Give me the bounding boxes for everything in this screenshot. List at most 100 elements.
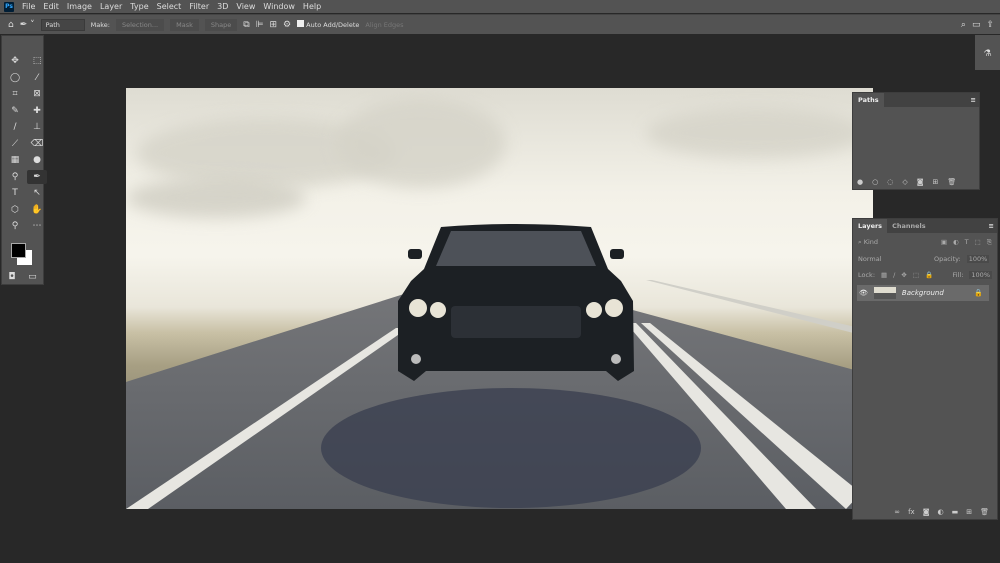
filter-kind-select[interactable]: ⌕ Kind — [858, 238, 878, 247]
lock-all-icon[interactable]: 🔒 — [925, 271, 933, 279]
color-swatches[interactable] — [2, 240, 43, 270]
auto-add-delete-checkbox[interactable]: Auto Add/Delete — [297, 20, 359, 29]
menu-help[interactable]: Help — [303, 2, 321, 11]
new-group-icon[interactable]: ▬ — [952, 508, 959, 516]
menu-type[interactable]: Type — [130, 2, 148, 11]
fill-label: Fill: — [952, 271, 964, 279]
tool-icon-17[interactable]: ↖ — [27, 186, 47, 201]
menu-window[interactable]: Window — [263, 2, 295, 11]
filter-shape-icon[interactable]: ⬚ — [975, 238, 981, 246]
tool-icon-11[interactable]: ⌫ — [27, 137, 47, 152]
tool-icon-3[interactable]: ⁄ — [27, 71, 47, 86]
mode-select[interactable]: Path — [40, 18, 85, 31]
new-layer-icon[interactable]: ⊞ — [966, 508, 972, 516]
selection-button[interactable]: Selection... — [115, 18, 165, 31]
lock-label: Lock: — [858, 271, 876, 279]
workspace-icon[interactable]: ▭ — [972, 20, 981, 30]
options-bar: ⌂ ✒ ˅ Path Make: Selection... Mask Shape… — [0, 14, 1000, 34]
fx-icon[interactable]: fx — [908, 508, 915, 516]
tool-icon-14[interactable]: ⚲ — [5, 170, 25, 185]
layer-row-background[interactable]: 👁 Background 🔒 — [857, 285, 989, 301]
menu-view[interactable]: View — [236, 2, 255, 11]
tool-icon-0[interactable]: ✥ — [5, 54, 25, 69]
add-mask-icon[interactable]: ◙ — [917, 178, 924, 186]
visibility-eye-icon[interactable]: 👁 — [859, 289, 868, 297]
collapsed-panel-dock: ⚗ — [975, 35, 1000, 70]
tool-icon-12[interactable]: ▦ — [5, 153, 25, 168]
tab-paths[interactable]: Paths — [853, 93, 884, 107]
tool-icon-13[interactable]: ● — [27, 153, 47, 168]
fill-path-icon[interactable]: ● — [857, 178, 863, 186]
layer-thumbnail — [873, 287, 896, 299]
menu-image[interactable]: Image — [67, 2, 92, 11]
layer-name[interactable]: Background — [902, 289, 944, 297]
tool-icon-6[interactable]: ✎ — [5, 104, 25, 119]
stroke-path-icon[interactable]: ○ — [872, 178, 878, 186]
filter-adjustment-icon[interactable]: ◐ — [953, 238, 959, 246]
quick-mask-icon[interactable]: ◘ — [8, 272, 15, 282]
path-arrangement-icon[interactable]: ⊞ — [270, 20, 278, 30]
make-label: Make: — [90, 20, 110, 29]
gear-icon[interactable]: ⚙ — [283, 20, 291, 30]
screen-mode-icon[interactable]: ▭ — [28, 272, 37, 282]
home-icon[interactable]: ⌂ — [8, 20, 14, 30]
tool-icon-15[interactable]: ✒ — [27, 169, 47, 184]
menu-filter[interactable]: Filter — [189, 2, 209, 11]
tool-icon-1[interactable]: ⬚ — [27, 54, 47, 69]
path-alignment-icon[interactable]: ⊫ — [256, 20, 264, 30]
delete-path-icon[interactable]: 🗑 — [947, 178, 956, 186]
tool-icon-5[interactable]: ⊠ — [27, 87, 47, 102]
share-icon[interactable]: ⇪ — [986, 20, 994, 30]
shape-button[interactable]: Shape — [204, 18, 238, 31]
foreground-color-swatch[interactable] — [11, 242, 26, 258]
adjustment-layer-icon[interactable]: ◐ — [938, 508, 944, 516]
tool-icon-7[interactable]: ✚ — [27, 104, 47, 119]
lock-position-icon[interactable]: ✥ — [901, 271, 906, 279]
menu-file[interactable]: File — [22, 2, 35, 11]
menu-select[interactable]: Select — [157, 2, 182, 11]
tool-icon-8[interactable]: / — [5, 120, 25, 135]
menu-layer[interactable]: Layer — [100, 2, 122, 11]
panel-menu-icon[interactable]: ≡ — [968, 93, 979, 107]
tool-icon-18[interactable]: ⬡ — [5, 203, 25, 218]
filter-type-icon[interactable]: T — [965, 238, 969, 246]
tool-icon-2[interactable]: ◯ — [5, 71, 25, 86]
make-work-path-icon[interactable]: ◇ — [902, 178, 907, 186]
tool-icon-4[interactable]: ⌗ — [5, 87, 25, 102]
menu-3d[interactable]: 3D — [217, 2, 228, 11]
tool-icon-16[interactable]: T — [5, 186, 25, 201]
link-layers-icon[interactable]: ∞ — [894, 508, 900, 516]
align-edges-checkbox[interactable]: Align Edges — [365, 21, 403, 29]
lock-artboard-icon[interactable]: ⬚ — [913, 271, 919, 279]
add-mask-icon[interactable]: ◙ — [923, 508, 930, 516]
lock-pixels-icon[interactable]: ▦ — [881, 271, 887, 279]
properties-panel-icon[interactable]: ⚗ — [975, 49, 1000, 59]
blend-mode-select[interactable]: Normal — [858, 255, 928, 263]
pen-tool-icon[interactable]: ✒ ˅ — [20, 20, 35, 30]
tool-icon-10[interactable]: ⟋ — [5, 137, 25, 152]
tab-layers[interactable]: Layers — [853, 219, 888, 233]
tool-icon-9[interactable]: ⊥ — [27, 120, 47, 135]
lock-paint-icon[interactable]: / — [893, 271, 895, 279]
path-operations-icon[interactable]: ⧉ — [243, 20, 249, 30]
tab-channels[interactable]: Channels — [887, 219, 931, 233]
tool-icon-20[interactable]: ⚲ — [5, 219, 25, 234]
delete-layer-icon[interactable]: 🗑 — [980, 508, 989, 516]
document-canvas[interactable] — [126, 88, 873, 509]
photoshop-logo: Ps — [4, 1, 14, 12]
opacity-input[interactable]: 100% — [966, 255, 990, 263]
panel-menu-icon[interactable]: ≡ — [986, 219, 997, 233]
load-selection-icon[interactable]: ◌ — [887, 178, 893, 186]
filter-pixel-icon[interactable]: ▣ — [941, 238, 947, 246]
mask-button[interactable]: Mask — [170, 18, 199, 31]
filter-smart-icon[interactable]: ⎘ — [987, 238, 992, 247]
new-path-icon[interactable]: ⊞ — [933, 178, 939, 186]
tool-icon-21[interactable]: ⋯ — [27, 219, 47, 234]
search-icon[interactable]: ⌕ — [961, 20, 966, 30]
layers-panel: Layers Channels ≡ ⌕ Kind ▣ ◐ T ⬚ ⎘ Normal Op… — [852, 218, 998, 520]
menu-edit[interactable]: Edit — [43, 2, 59, 11]
menu-bar: Ps File Edit Image Layer Type Select Fil… — [0, 0, 1000, 13]
fill-input[interactable]: 100% — [969, 271, 992, 279]
tool-icon-19[interactable]: ✋ — [27, 203, 47, 218]
car-image — [398, 224, 634, 381]
